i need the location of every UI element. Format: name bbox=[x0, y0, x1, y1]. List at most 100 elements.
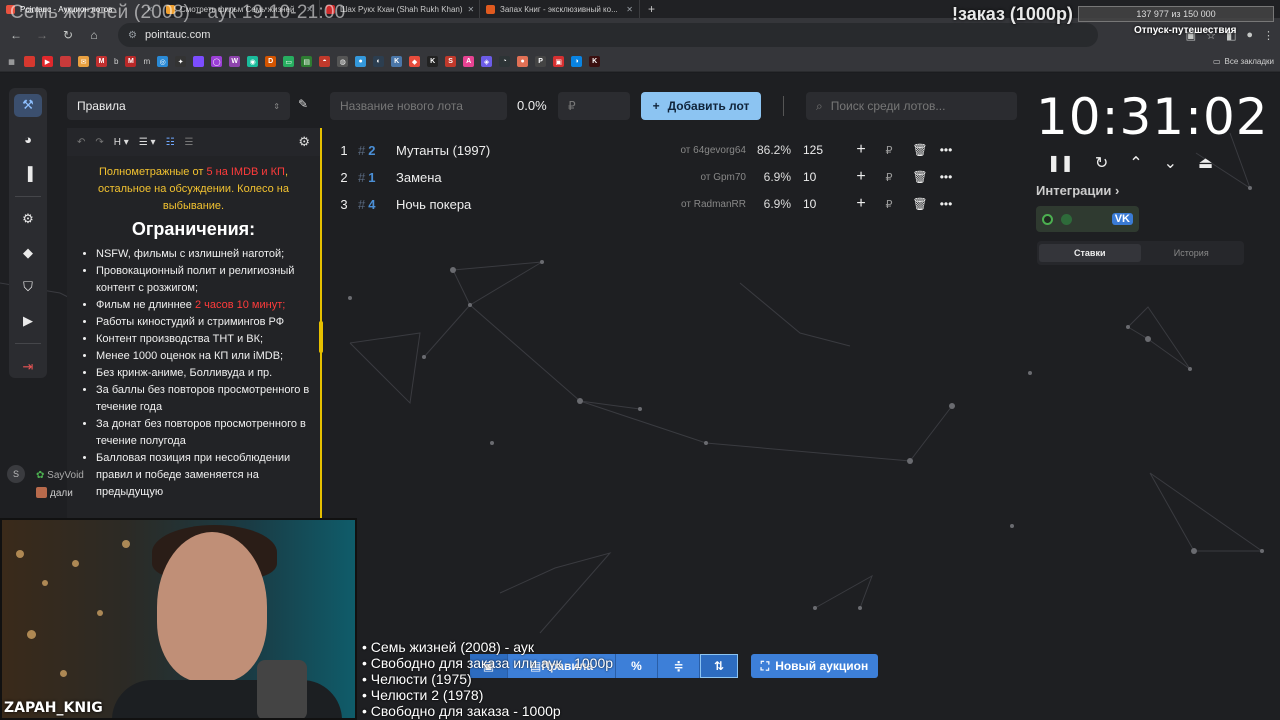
new-lot-name-input[interactable]: Название нового лота bbox=[330, 92, 507, 120]
bookmark-icon[interactable]: ● bbox=[355, 56, 367, 67]
back-arrow-icon[interactable]: ← bbox=[6, 28, 26, 42]
integration-toggle[interactable] bbox=[1042, 213, 1053, 225]
bookmark-icon[interactable] bbox=[60, 56, 71, 67]
twitch-bookmark-icon[interactable] bbox=[193, 56, 205, 67]
ruble-icon[interactable]: ₽ bbox=[871, 171, 907, 184]
bookmark-icon[interactable]: ◑ bbox=[571, 56, 583, 67]
shield-check-icon[interactable]: ⛉ bbox=[14, 275, 42, 298]
lot-amount[interactable]: 10 bbox=[791, 170, 851, 184]
rules-editor[interactable]: ↶ ↷ H ▾ ☰ ▾ ☷ ☰ ⚙ Полнометражные от 5 на… bbox=[67, 128, 322, 578]
apps-grid-icon[interactable]: ▦ bbox=[6, 56, 17, 67]
bookmark-icon[interactable]: ✦ bbox=[175, 56, 187, 67]
delete-trash-icon[interactable]: 🗑 bbox=[907, 170, 933, 184]
bookmark-icon[interactable]: ◍ bbox=[337, 56, 349, 67]
lot-amount[interactable]: 125 bbox=[791, 143, 851, 157]
integrations-header[interactable]: Интеграции › bbox=[1036, 183, 1119, 198]
url-field[interactable]: ⚙ pointauc.com bbox=[118, 23, 1098, 47]
bookmark-icon[interactable]: ◯ bbox=[211, 56, 223, 67]
bookmark-icon[interactable]: K bbox=[589, 56, 601, 67]
edit-pencil-icon[interactable]: ✎ bbox=[298, 97, 308, 111]
numbered-list-icon[interactable]: ☰ bbox=[185, 137, 194, 148]
split-icon[interactable]: ≑ bbox=[658, 654, 700, 678]
bookmark-icon[interactable] bbox=[24, 56, 35, 67]
add-amount-plus-icon[interactable]: + bbox=[851, 195, 871, 213]
bookmark-icon[interactable]: A bbox=[463, 56, 475, 67]
settings-gear-icon[interactable]: ⚙ bbox=[14, 208, 42, 231]
menu-dots-icon[interactable]: ⋮ bbox=[1263, 29, 1274, 42]
donation-service-icon[interactable] bbox=[1060, 213, 1072, 225]
bookmark-icon[interactable]: P bbox=[535, 56, 547, 67]
bookmark-icon[interactable]: M bbox=[96, 56, 107, 67]
editor-settings-gear-icon[interactable]: ⚙ bbox=[298, 134, 310, 150]
sort-icon[interactable]: ⇅ bbox=[700, 654, 738, 678]
auction-hammer-icon[interactable]: ⚒ bbox=[14, 94, 42, 117]
new-tab-button[interactable]: + bbox=[640, 2, 663, 16]
close-tab-icon[interactable]: ✕ bbox=[626, 5, 633, 14]
undo-icon[interactable]: ↶ bbox=[77, 137, 85, 148]
eject-icon[interactable]: ⏏ bbox=[1198, 153, 1213, 173]
lot-name[interactable]: Ночь покера bbox=[396, 197, 646, 212]
video-library-icon[interactable]: ▶ bbox=[14, 309, 42, 332]
bookmark-m-label[interactable]: m bbox=[143, 57, 150, 66]
site-info-icon[interactable]: ⚙ bbox=[128, 30, 137, 41]
ruble-icon[interactable]: ₽ bbox=[871, 144, 907, 157]
bookmark-icon[interactable]: ◎ bbox=[157, 56, 169, 67]
bookmark-icon[interactable]: M bbox=[125, 56, 137, 67]
bookmark-icon[interactable]: W bbox=[229, 56, 241, 67]
rules-preset-select[interactable]: Правила ⇕ bbox=[67, 92, 290, 120]
close-tab-icon[interactable]: ✕ bbox=[468, 5, 475, 14]
new-auction-button[interactable]: ⛶ Новый аукцион bbox=[751, 654, 878, 678]
bookmark-icon[interactable]: ▣ bbox=[553, 56, 565, 67]
heading-dropdown-icon[interactable]: H ▾ bbox=[114, 137, 129, 148]
bullet-list-icon[interactable]: ☷ bbox=[166, 137, 175, 148]
bookmark-icon[interactable]: ▤ bbox=[301, 56, 313, 67]
ruble-icon[interactable]: ₽ bbox=[871, 198, 907, 211]
wheel-icon[interactable]: ◕ bbox=[14, 128, 42, 151]
delete-trash-icon[interactable]: 🗑 bbox=[907, 143, 933, 157]
lot-amount[interactable]: 10 bbox=[791, 197, 851, 211]
bookmark-icon[interactable]: ▭ bbox=[283, 56, 295, 67]
add-amount-plus-icon[interactable]: + bbox=[851, 168, 871, 186]
home-icon[interactable]: ⌂ bbox=[84, 28, 104, 42]
chevron-down-icon[interactable]: ⌄ bbox=[1164, 153, 1177, 173]
bookmark-icon[interactable]: ◉ bbox=[247, 56, 259, 67]
lot-name[interactable]: Мутанты (1997) bbox=[396, 143, 646, 158]
lot-name[interactable]: Замена bbox=[396, 170, 646, 185]
reset-timer-icon[interactable]: ↻ bbox=[1095, 153, 1108, 173]
tab-history[interactable]: История bbox=[1141, 244, 1243, 262]
bookmark-icon[interactable]: ◔ bbox=[499, 56, 511, 67]
browser-tab-zapah-knig[interactable]: Запах Книг - эксклюзивный ко... ✕ bbox=[480, 0, 640, 18]
vk-bookmark-icon[interactable]: K bbox=[391, 56, 403, 67]
vk-icon[interactable]: VK bbox=[1111, 213, 1133, 225]
pause-icon[interactable]: ❚❚ bbox=[1047, 153, 1074, 173]
lot-search-input[interactable]: ⌕ Поиск среди лотов... bbox=[806, 92, 1017, 120]
more-dots-icon[interactable]: ••• bbox=[933, 143, 959, 157]
profile-icon[interactable]: ● bbox=[1246, 29, 1253, 41]
reload-icon[interactable]: ↻ bbox=[58, 28, 78, 42]
delete-trash-icon[interactable]: 🗑 bbox=[907, 197, 933, 211]
editor-scrollbar-thumb[interactable] bbox=[319, 321, 323, 353]
layers-icon[interactable]: ◆ bbox=[14, 242, 42, 265]
bookmark-icon[interactable]: K bbox=[427, 56, 439, 67]
percent-toggle-icon[interactable]: % bbox=[616, 654, 658, 678]
bookmark-icon[interactable]: ◆ bbox=[409, 56, 421, 67]
mail-bookmark-icon[interactable]: ✉ bbox=[78, 56, 89, 67]
more-dots-icon[interactable]: ••• bbox=[933, 170, 959, 184]
bookmark-icon[interactable]: ◐ bbox=[373, 56, 385, 67]
more-dots-icon[interactable]: ••• bbox=[933, 197, 959, 211]
chevron-up-icon[interactable]: ⌃ bbox=[1129, 153, 1142, 173]
youtube-bookmark-icon[interactable]: ▶ bbox=[42, 56, 53, 67]
tab-bets[interactable]: Ставки bbox=[1039, 244, 1141, 262]
align-dropdown-icon[interactable]: ☰ ▾ bbox=[139, 137, 156, 148]
bookmark-icon[interactable]: ● bbox=[517, 56, 529, 67]
bookmark-icon[interactable]: ◈ bbox=[481, 56, 493, 67]
forward-arrow-icon[interactable]: → bbox=[32, 28, 52, 42]
new-lot-amount-input[interactable]: ₽ bbox=[558, 92, 630, 120]
bookmark-b-label[interactable]: b bbox=[114, 57, 118, 66]
logout-icon[interactable]: ⇥ bbox=[14, 355, 42, 378]
add-lot-button[interactable]: + Добавить лот bbox=[641, 92, 761, 120]
all-bookmarks[interactable]: ▭ Все закладки bbox=[1213, 57, 1274, 66]
bookmark-icon[interactable]: S bbox=[445, 56, 457, 67]
add-amount-plus-icon[interactable]: + bbox=[851, 141, 871, 159]
bookmark-icon[interactable]: D bbox=[265, 56, 277, 67]
